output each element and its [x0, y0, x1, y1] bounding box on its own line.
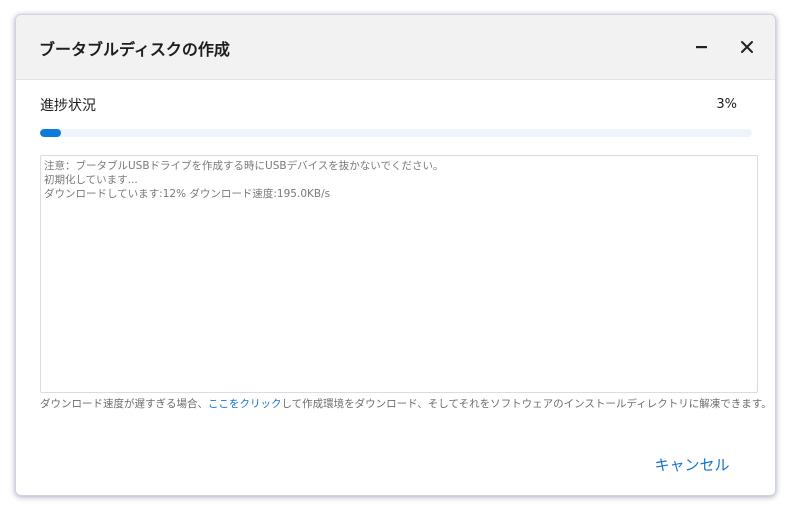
minimize-button[interactable] — [690, 35, 714, 59]
log-line: 初期化しています... — [44, 174, 138, 186]
progress-bar — [40, 129, 752, 137]
title-bar: ブータブルディスクの作成 — [16, 15, 775, 80]
progress-fill — [40, 129, 62, 137]
close-icon — [741, 41, 753, 53]
cancel-button[interactable]: キャンセル — [652, 451, 732, 477]
log-line: ダウンロードしています:12% ダウンロード速度:195.0KB/s — [44, 188, 331, 200]
hint-prefix: ダウンロード速度が遅すぎる場合、 — [40, 398, 208, 410]
minimize-icon — [696, 46, 707, 49]
progress-label: 進捗状況 — [40, 98, 96, 114]
click-here-link[interactable]: ここをクリック — [208, 398, 282, 410]
log-line: 注意：ブータブルUSBドライブを作成する時にUSBデバイスを抜かないでください。 — [44, 160, 444, 172]
close-button[interactable] — [735, 35, 759, 59]
dialog-title: ブータブルディスクの作成 — [39, 40, 230, 59]
download-hint: ダウンロード速度が遅すぎる場合、ここをクリックして作成環境をダウンロード、そして… — [40, 396, 772, 411]
hint-suffix: して作成環境をダウンロード、そしてそれをソフトウェアのインストールディレクトリに… — [281, 398, 772, 410]
log-output[interactable]: 注意：ブータブルUSBドライブを作成する時にUSBデバイスを抜かないでください。… — [40, 155, 758, 393]
progress-percent: 3% — [716, 97, 737, 112]
bootable-disk-dialog: ブータブルディスクの作成 進捗状況 3% 注意：ブータブルUSBドライブを作成す… — [15, 14, 776, 496]
